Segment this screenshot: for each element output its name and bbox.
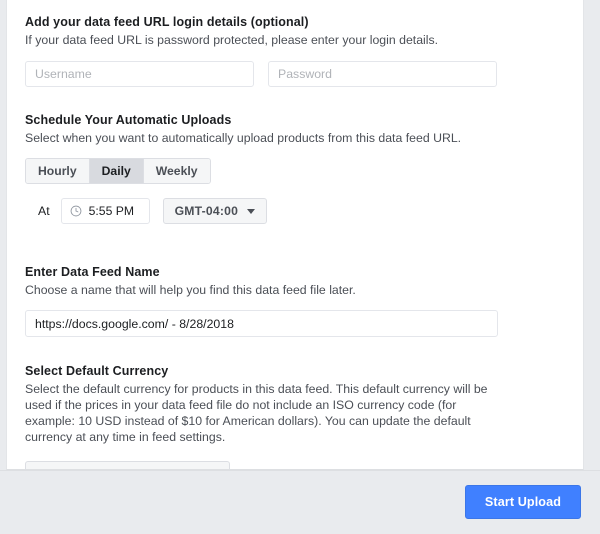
time-value: 5:55 PM	[88, 204, 135, 218]
login-inputs-row	[25, 61, 565, 87]
default-currency-section: Select Default Currency Select the defau…	[25, 363, 565, 469]
username-input[interactable]	[25, 61, 254, 87]
feed-name-description: Choose a name that will help you find th…	[25, 283, 356, 297]
schedule-section: Schedule Your Automatic Uploads Select w…	[25, 112, 565, 224]
clock-icon	[70, 205, 81, 217]
login-details-title: Add your data feed URL login details (op…	[25, 15, 309, 29]
at-label: At	[38, 204, 50, 218]
default-currency-description: Select the default currency for products…	[25, 382, 488, 444]
feed-name-section: Enter Data Feed Name Choose a name that …	[25, 264, 565, 337]
login-details-description: If your data feed URL is password protec…	[25, 33, 439, 47]
frequency-segmented-control: Hourly Daily Weekly	[25, 158, 211, 184]
dialog-footer: Start Upload	[0, 470, 600, 534]
frequency-option-daily[interactable]: Daily	[89, 159, 144, 183]
timezone-dropdown[interactable]: GMT-04:00	[162, 198, 268, 224]
timezone-value: GMT-04:00	[174, 204, 239, 218]
feed-name-title: Enter Data Feed Name	[25, 265, 160, 279]
schedule-time-row: At 5:55 PM GMT-04:00	[25, 198, 565, 224]
frequency-option-weekly[interactable]: Weekly	[143, 159, 210, 183]
password-input[interactable]	[268, 61, 497, 87]
schedule-title: Schedule Your Automatic Uploads	[25, 113, 232, 127]
frequency-option-hourly[interactable]: Hourly	[26, 159, 90, 183]
default-currency-title: Select Default Currency	[25, 364, 169, 378]
start-upload-button[interactable]: Start Upload	[464, 485, 581, 519]
feed-settings-card: Add your data feed URL login details (op…	[6, 0, 584, 470]
feed-name-input[interactable]	[25, 310, 498, 337]
chevron-down-icon	[247, 208, 256, 214]
dialog-page: Add your data feed URL login details (op…	[0, 0, 600, 534]
login-details-section: Add your data feed URL login details (op…	[25, 14, 565, 87]
time-input[interactable]: 5:55 PM	[60, 198, 150, 224]
currency-dropdown[interactable]: USD - US Dollars	[25, 461, 230, 469]
schedule-description: Select when you want to automatically up…	[25, 131, 462, 145]
